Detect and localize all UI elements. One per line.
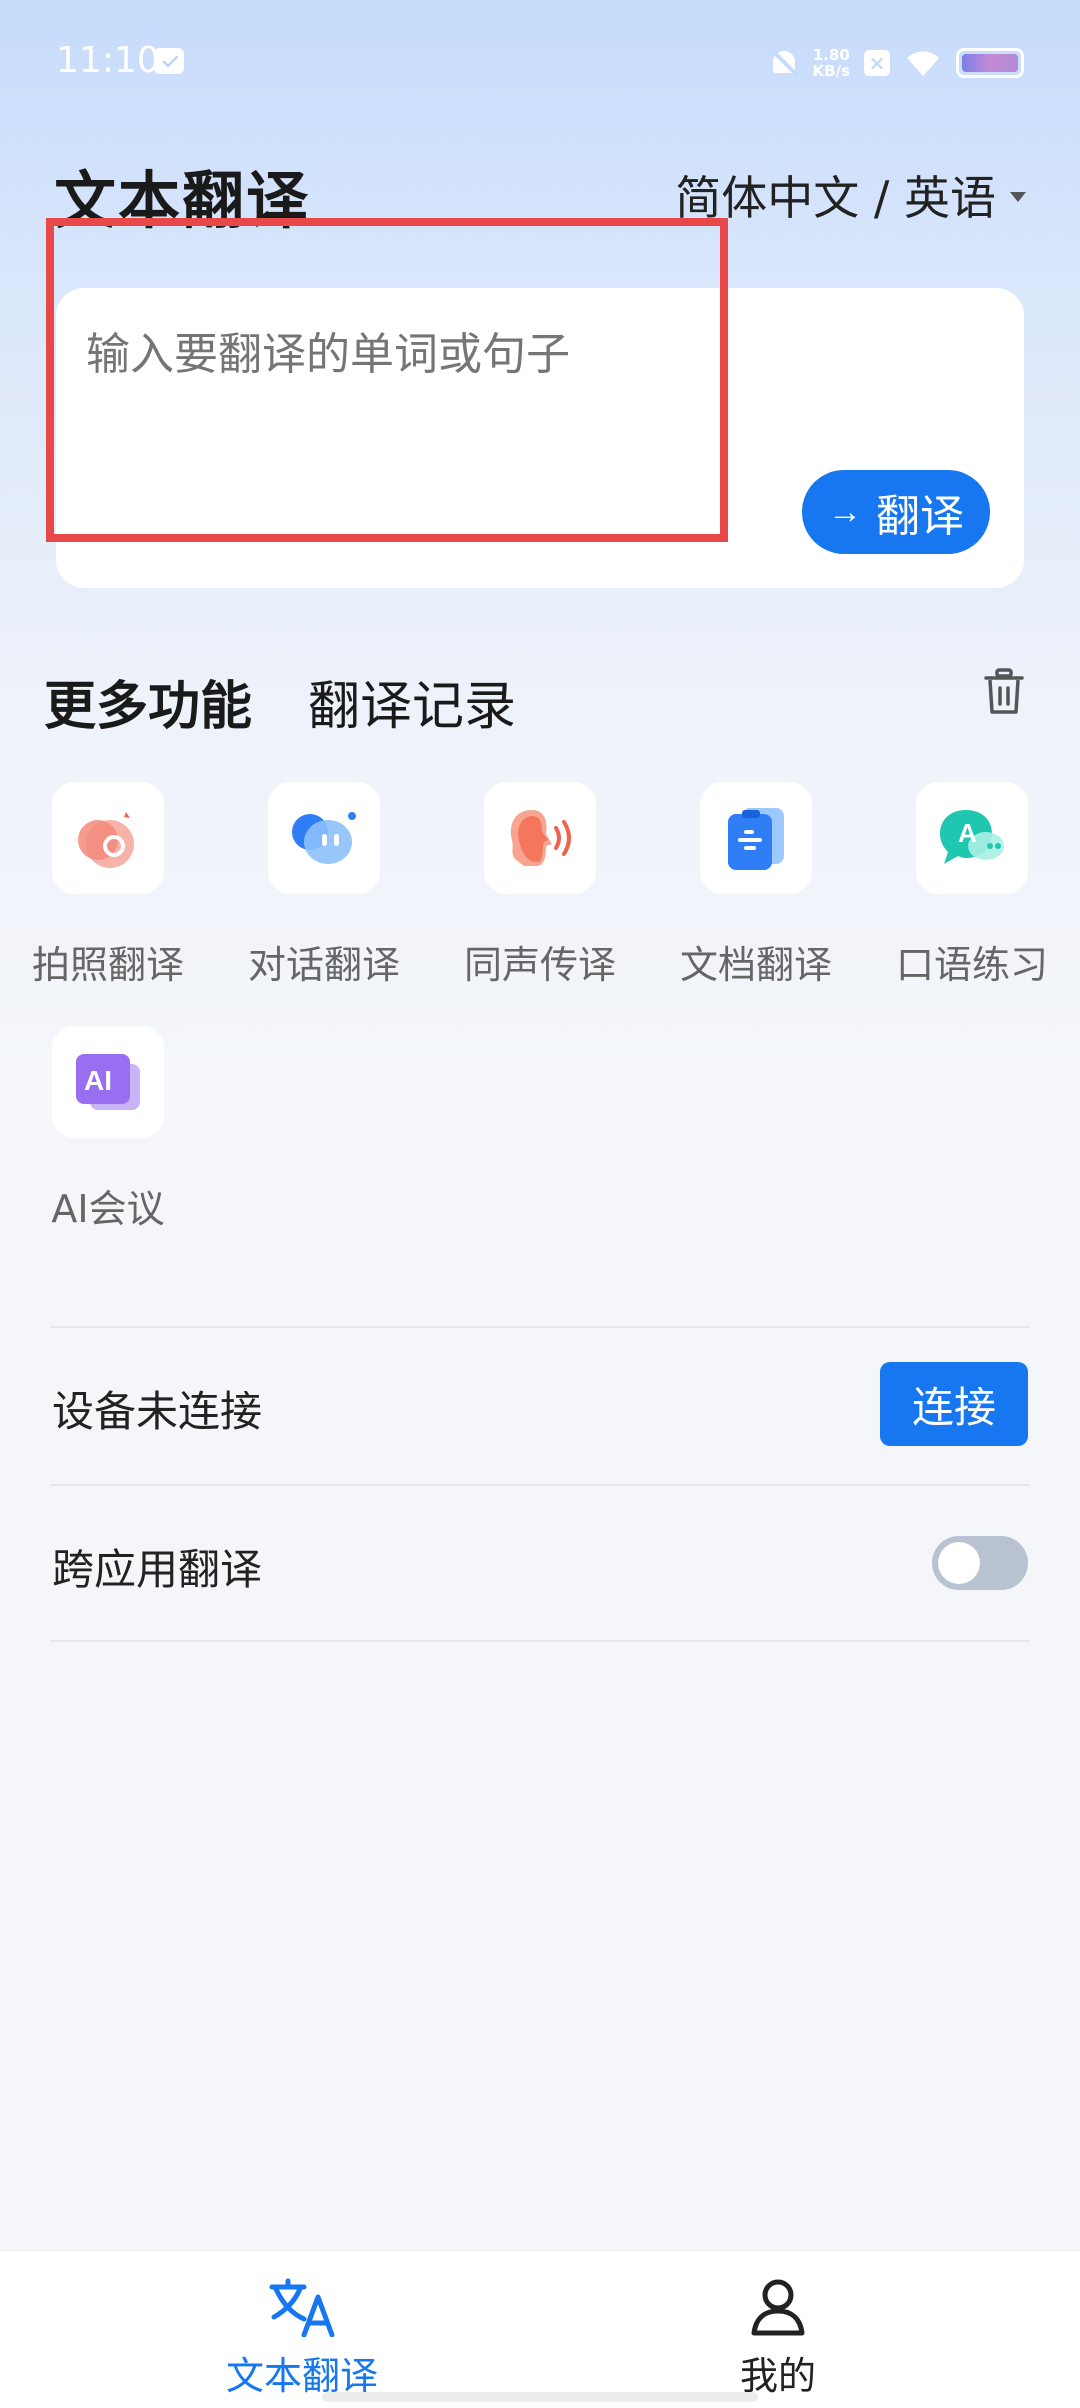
cross-app-translate-label: 跨应用翻译 [52,1545,263,1594]
feature-label: 拍照翻译 [31,943,184,987]
feature-dialogue-translate[interactable]: 对话翻译 [224,782,424,989]
translate-input[interactable] [86,318,706,498]
input-card: → 翻译 [56,288,1024,588]
ai-icon: AI [76,1054,140,1110]
camera-icon [78,812,134,868]
feature-label: 口语练习 [895,943,1048,987]
feature-speaking-practice[interactable]: A 口语练习 [872,782,1072,989]
translate-button-label: 翻译 [876,492,964,541]
battery-icon [956,48,1024,78]
nav-item-mine[interactable]: 我的 [508,2251,1048,2408]
divider [50,1484,1030,1486]
feature-icon-box [52,782,164,894]
feature-photo-translate[interactable]: 拍照翻译 [8,782,208,989]
language-pair-label: 简体中文 / 英语 [675,171,996,225]
cross-app-translate-toggle[interactable] [932,1536,1028,1590]
feature-icon-box: AI [52,1026,164,1138]
status-time: 11:10 [56,40,160,81]
connect-button[interactable]: 连接 [880,1362,1028,1446]
home-indicator [322,2392,758,2402]
arrow-right-icon: → [828,492,862,531]
feature-icon-box [700,782,812,894]
translate-icon [269,2278,335,2337]
feature-label: AI会议 [51,1187,165,1231]
bottom-nav: 文本翻译 我的 [0,2250,1080,2408]
status-bar: 11:10 1.80 KB/s × [0,0,1080,126]
caret-down-icon [1010,192,1026,202]
person-icon [751,2279,805,2336]
network-speed-value: 1.80 [812,46,850,64]
document-icon [728,808,784,870]
speaking-head-icon [510,810,571,866]
page-title: 文本翻译 [54,164,311,237]
x-icon: × [864,50,890,76]
bell-off-icon [769,47,799,79]
network-speed-unit: KB/s [812,62,850,80]
wifi-icon [907,51,939,76]
feature-label: 文档翻译 [679,943,832,987]
divider [50,1326,1030,1328]
feature-icon-box: A [916,782,1028,894]
svg-text:AI: AI [84,1065,112,1096]
feature-label: 对话翻译 [247,943,400,987]
speech-bubble-icon: A [940,810,1004,864]
section-tabs: 更多功能 翻译记录 [44,664,516,739]
svg-text:A: A [958,818,977,848]
toggle-knob [938,1542,980,1584]
feature-simultaneous-interpretation[interactable]: 同声传译 [440,782,640,989]
divider [50,1640,1030,1642]
message-icon [154,48,184,74]
translate-button[interactable]: → 翻译 [802,470,990,554]
device-status-label: 设备未连接 [52,1387,263,1436]
network-speed: 1.80 KB/s [813,47,850,79]
nav-item-text-translate[interactable]: 文本翻译 [32,2251,572,2408]
chat-bubble-icon [292,812,356,864]
feature-label: 同声传译 [463,943,616,987]
language-selector[interactable]: 简体中文 / 英语 [675,162,1026,228]
tab-translation-history[interactable]: 翻译记录 [308,664,516,739]
tab-more-features[interactable]: 更多功能 [44,664,252,739]
feature-icon-box [268,782,380,894]
feature-document-translate[interactable]: 文档翻译 [656,782,856,989]
status-icons: 1.80 KB/s × [769,40,1024,86]
feature-icon-box [484,782,596,894]
feature-ai-meeting[interactable]: AI AI会议 [8,1026,208,1233]
trash-icon[interactable] [982,668,1026,716]
